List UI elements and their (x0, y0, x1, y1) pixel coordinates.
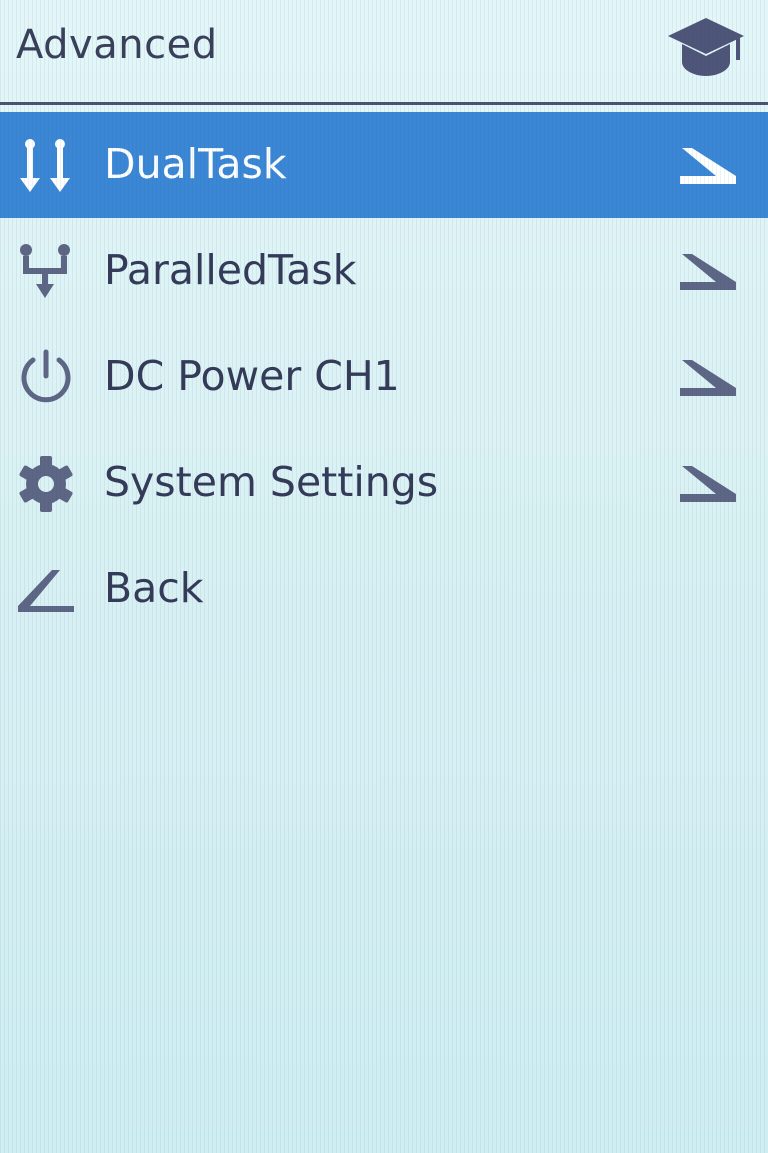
submenu-arrow-icon (680, 148, 736, 184)
back-icon (18, 570, 74, 612)
menu-item-label: Back (104, 564, 204, 612)
submenu-arrow-icon (680, 466, 736, 502)
menu-item-dualtask[interactable]: DualTask (0, 112, 768, 218)
header: Advanced (0, 0, 768, 102)
fork-icon (20, 244, 70, 298)
menu-list: DualTask ParalledTask DC Power CH1 Syste… (0, 112, 768, 642)
submenu-arrow-icon (680, 254, 736, 290)
advanced-menu-screen: Advanced DualTask ParalledTask DC Power … (0, 0, 768, 1153)
menu-item-label: ParalledTask (104, 246, 357, 294)
menu-item-label: DC Power CH1 (104, 352, 400, 400)
power-icon (21, 349, 71, 403)
menu-item-paralledtask[interactable]: ParalledTask (0, 218, 768, 324)
menu-item-system-settings[interactable]: System Settings (0, 430, 768, 536)
menu-item-label: DualTask (104, 140, 287, 188)
submenu-arrow-icon (680, 360, 736, 396)
graduation-cap-icon (668, 18, 744, 76)
header-divider (0, 102, 768, 105)
menu-item-back[interactable]: Back (0, 536, 768, 642)
menu-item-dc-power-ch1[interactable]: DC Power CH1 (0, 324, 768, 430)
menu-item-label: System Settings (104, 458, 439, 506)
page-title: Advanced (16, 22, 218, 68)
gear-icon (19, 456, 73, 512)
dual-arrows-icon (20, 139, 70, 192)
